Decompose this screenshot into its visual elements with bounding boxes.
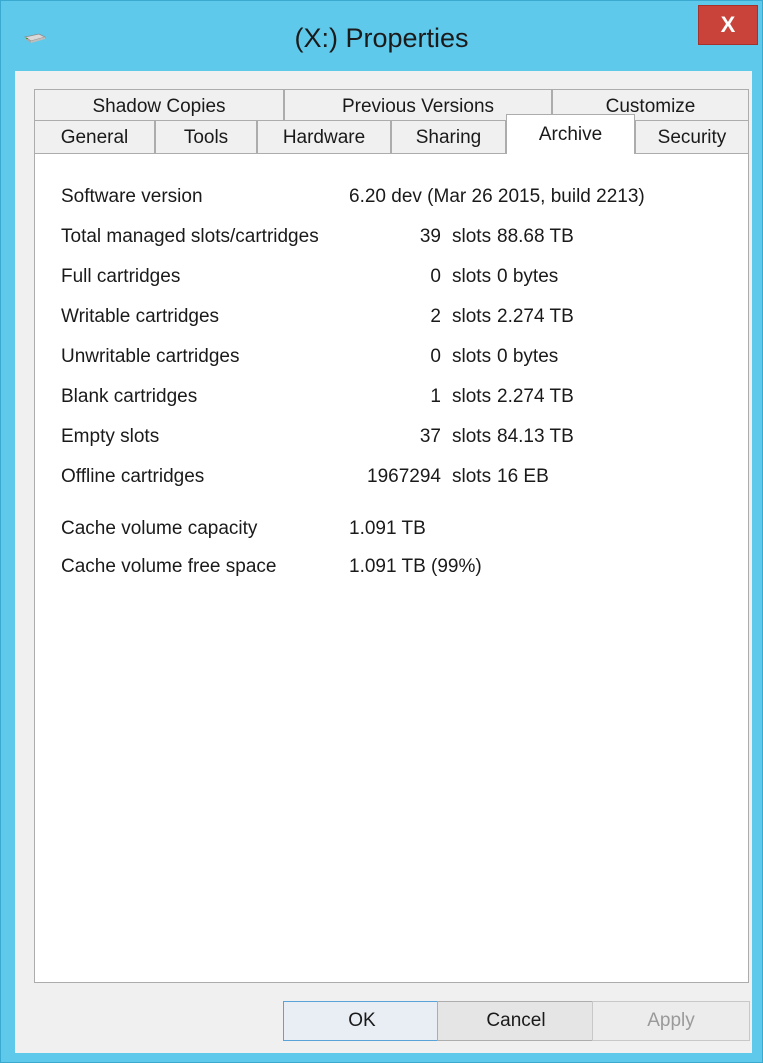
software-version-label: Software version [61,186,203,207]
cancel-button[interactable]: Cancel [437,1001,595,1041]
stat-count: 2 [430,306,441,327]
cache-free-value: 1.091 TB (99%) [349,556,482,577]
stat-unit: slots [452,306,492,327]
software-version-row: Software version 6.20 dev (Mar 26 2015, … [61,186,738,214]
cache-capacity-value: 1.091 TB [349,518,426,539]
stat-row: Blank cartridges 1 slots 2.274 TB [61,386,738,414]
stat-unit: slots [452,386,492,407]
tab-tools[interactable]: Tools [155,120,257,154]
tab-shadow-copies[interactable]: Shadow Copies [34,89,284,123]
tab-sharing[interactable]: Sharing [391,120,506,154]
stat-unit: slots [452,226,492,247]
properties-window: (X:) Properties X Shadow Copies Previous… [0,0,763,1063]
stat-count: 0 [430,266,441,287]
stat-count: 1 [430,386,441,407]
stat-unit: slots [452,466,492,487]
cache-free-label: Cache volume free space [61,556,277,577]
stat-count: 0 [430,346,441,367]
apply-button[interactable]: Apply [592,1001,750,1041]
stat-label: Blank cartridges [61,386,198,407]
stat-row: Empty slots 37 slots 84.13 TB [61,426,738,454]
stat-size: 0 bytes [497,346,559,367]
tab-security[interactable]: Security [635,120,749,154]
stat-row: Writable cartridges 2 slots 2.274 TB [61,306,738,334]
stat-count: 39 [419,226,441,247]
tab-archive[interactable]: Archive [506,114,635,154]
stat-size: 2.274 TB [497,386,574,407]
stat-count: 37 [419,426,441,447]
close-button[interactable]: X [698,5,758,45]
stat-row: Total managed slots/cartridges 39 slots … [61,226,738,254]
cache-free-row: Cache volume free space 1.091 TB (99%) [61,556,738,584]
tab-general[interactable]: General [34,120,155,154]
stat-label: Total managed slots/cartridges [61,226,319,247]
stat-label: Offline cartridges [61,466,205,487]
stat-size: 84.13 TB [497,426,574,447]
stat-label: Writable cartridges [61,306,220,327]
dialog-client-area: Shadow Copies Previous Versions Customiz… [15,71,752,1053]
title-bar[interactable]: (X:) Properties X [1,1,762,71]
stat-row: Full cartridges 0 slots 0 bytes [61,266,738,294]
archive-tab-panel: Software version 6.20 dev (Mar 26 2015, … [34,153,749,983]
stat-row: Unwritable cartridges 0 slots 0 bytes [61,346,738,374]
tab-hardware[interactable]: Hardware [257,120,391,154]
stat-size: 2.274 TB [497,306,574,327]
stat-unit: slots [452,266,492,287]
ok-button[interactable]: OK [283,1001,441,1041]
stat-label: Full cartridges [61,266,181,287]
stat-row: Offline cartridges 1967294 slots 16 EB [61,466,738,494]
stat-size: 88.68 TB [497,226,574,247]
software-version-value: 6.20 dev (Mar 26 2015, build 2213) [349,186,645,207]
stat-label: Unwritable cartridges [61,346,240,367]
cache-capacity-row: Cache volume capacity 1.091 TB [61,518,738,546]
stat-label: Empty slots [61,426,160,447]
stat-unit: slots [452,426,492,447]
stat-count: 1967294 [367,466,441,487]
stat-size: 16 EB [497,466,549,487]
stat-size: 0 bytes [497,266,559,287]
window-title: (X:) Properties [294,23,469,53]
cache-capacity-label: Cache volume capacity [61,518,258,539]
stat-unit: slots [452,346,492,367]
